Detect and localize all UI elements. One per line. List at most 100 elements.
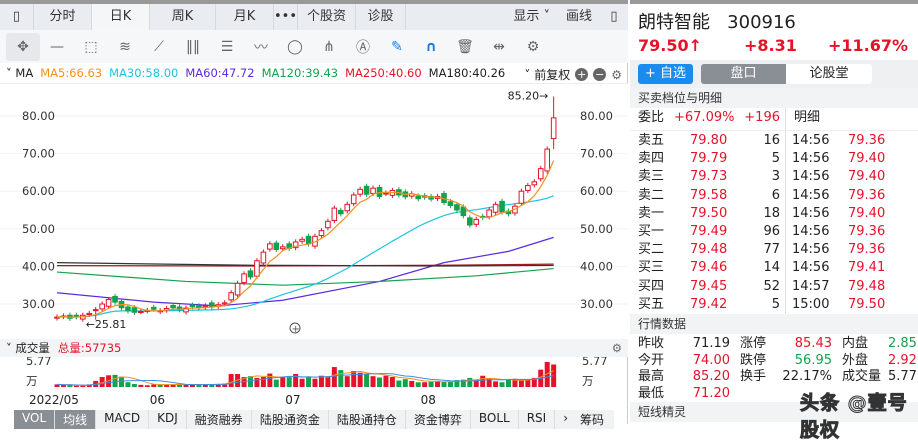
level-price: 79.79 xyxy=(690,151,728,167)
period-lines-icon[interactable]: ‖‖ xyxy=(176,33,210,61)
split-icon[interactable]: ⇹ xyxy=(482,33,516,61)
fan-tool-icon[interactable]: ≋ xyxy=(108,33,142,61)
indicator-tab[interactable]: 陆股通持仓 xyxy=(328,410,406,429)
tick-price: 79.41 xyxy=(848,260,886,276)
top-border xyxy=(630,0,918,4)
weibi-pct: +67.09% xyxy=(674,110,735,125)
tab-diagnosis[interactable]: 诊股 xyxy=(356,4,406,30)
tab-monthly-k[interactable]: 月K xyxy=(216,4,274,30)
tick-price: 79.36 xyxy=(848,224,886,239)
quote-panel: 朗特智能 300916 79.50↑ +8.31 +11.67% + 自选 盘口… xyxy=(630,0,918,424)
tick-time: 14:56 xyxy=(792,242,830,258)
market-value: 85.43 xyxy=(794,336,832,351)
volume-toggle[interactable]: ˅ 成交量 xyxy=(6,340,50,356)
ma-toggle[interactable]: ˅ MA xyxy=(6,66,33,80)
market-row: 最低 71.20 xyxy=(630,385,918,403)
adjust-dropdown[interactable]: ˅ 前复权 xyxy=(524,66,570,83)
tab-order-book[interactable]: 盘口 xyxy=(701,64,786,84)
draw-line-button[interactable]: 画线 xyxy=(558,4,600,30)
tick-time: 14:56 xyxy=(792,187,830,203)
wave-tool-icon[interactable]: 〰 xyxy=(244,33,278,61)
indicator-tab[interactable]: 融资融券 xyxy=(186,410,252,429)
candle xyxy=(241,273,247,284)
volume-bar xyxy=(228,374,234,387)
indicator-tab[interactable]: BOLL xyxy=(470,410,519,429)
tab-weekly-k[interactable]: 周K xyxy=(150,4,216,30)
indicator-tab[interactable]: KDJ xyxy=(149,410,187,429)
candle xyxy=(537,168,544,180)
level-label: 买三 xyxy=(638,260,665,276)
tab-forum[interactable]: 论股堂 xyxy=(786,64,872,84)
circle-tool-icon[interactable]: ◯ xyxy=(278,33,312,61)
level-label: 买四 xyxy=(638,278,665,294)
price-change: +8.31 xyxy=(744,36,797,55)
volume-bar xyxy=(525,379,531,387)
market-label: 外盘 xyxy=(842,352,869,368)
level-volume: 6 xyxy=(771,187,780,203)
chip-distribution-button[interactable]: 筹码 xyxy=(570,410,615,429)
volume-header: ˅ 成交量 总量:57735 ⚙ xyxy=(0,339,628,357)
level-label: 买五 xyxy=(638,296,665,312)
volume-chart[interactable]: 5.77 5.77 万 万 2022/05 06 07 08 xyxy=(0,357,628,409)
add-indicator-icon[interactable]: + xyxy=(575,68,589,81)
magnet-icon[interactable]: ∩ xyxy=(414,33,448,61)
volume-bar xyxy=(377,377,382,387)
sidebar-toggle-right[interactable]: ▯ xyxy=(600,4,628,30)
tick-price: 79.40 xyxy=(848,151,886,167)
tab-stock-profile[interactable]: 个股资料 xyxy=(298,4,356,50)
volume-bar xyxy=(467,377,473,387)
indicator-tab[interactable]: 均线 xyxy=(55,410,97,429)
tab-more[interactable]: ••• xyxy=(274,4,298,30)
candle xyxy=(473,218,480,225)
remove-indicator-icon[interactable]: − xyxy=(593,68,607,81)
tick-time: 14:56 xyxy=(792,205,830,221)
tab-intraday[interactable]: 分时 xyxy=(34,4,92,30)
tab-daily-k[interactable]: 日K xyxy=(92,4,150,30)
line-tool-icon[interactable]: — xyxy=(40,33,74,61)
volume-bar xyxy=(499,382,505,387)
y-tick-label: 80.00 xyxy=(22,109,55,123)
y-tick-label: 40.00 xyxy=(22,259,55,273)
indicator-settings-icon[interactable]: ⚙ xyxy=(611,68,622,82)
candle xyxy=(550,117,557,140)
volume-settings-icon[interactable]: ⚙ xyxy=(612,341,622,355)
pitchfork-icon[interactable]: ⋔ xyxy=(312,33,346,61)
ma-value: MA250:40.60 xyxy=(345,66,422,80)
fibonacci-icon[interactable]: ☰ xyxy=(210,33,244,61)
market-label: 内盘 xyxy=(842,336,869,351)
indicator-tab[interactable]: 陆股通资金 xyxy=(251,410,329,429)
settings-gear-icon[interactable]: ⚙ xyxy=(516,33,550,61)
candle xyxy=(331,207,338,222)
market-label: 换手 xyxy=(740,369,767,384)
indicator-tab[interactable]: VOL xyxy=(14,410,56,429)
volume-bar xyxy=(73,385,79,387)
y-tick-label: 80.00 xyxy=(580,109,613,123)
candle xyxy=(370,187,376,194)
display-dropdown[interactable]: 显示 ˅ xyxy=(505,4,558,30)
market-row: 最高 85.20 换手 22.17% 成交量 5.77 xyxy=(630,368,918,386)
volume-bar xyxy=(389,377,395,387)
volume-bar xyxy=(80,385,86,387)
market-label: 今开 xyxy=(638,352,665,368)
level-price: 79.50 xyxy=(690,205,728,221)
chart-panel: ▯ 分时 日K 周K 月K ••• 个股资料 诊股 显示 ˅ 画线 ▯ ✥ — … xyxy=(0,0,628,429)
rectangle-tool-icon[interactable]: ⬚ xyxy=(74,33,108,61)
ma-label: MA xyxy=(15,66,34,80)
drawing-toolbar: ✥ — ⬚ ≋ ⟋ ‖‖ ☰ 〰 ◯ ⋔ Ⓐ ✎ ∩ 🗑 ⇹ ⚙ xyxy=(0,30,628,63)
text-tool-icon[interactable]: Ⓐ xyxy=(346,33,380,61)
pen-icon[interactable]: ✎ xyxy=(380,33,414,61)
sidebar-toggle-left[interactable]: ▯ xyxy=(0,4,34,30)
candle xyxy=(234,282,241,296)
candlestick-chart[interactable]: 30.00 30.00 40.00 40.00 50.00 50.00 60.00 60.00… xyxy=(0,84,628,339)
ma-legend: ˅ MA MA5:66.63 MA30:58.00 MA60:47.72 MA120:… xyxy=(0,63,628,84)
indicator-tab[interactable]: RSI xyxy=(518,410,556,429)
segment-tool-icon[interactable]: ⟋ xyxy=(142,33,176,61)
level-label: 卖三 xyxy=(638,169,665,185)
detail-label: 明细 xyxy=(794,110,821,125)
crosshair-move-icon[interactable]: ✥ xyxy=(6,32,40,61)
trash-icon[interactable]: 🗑 xyxy=(448,33,482,61)
volume-bar xyxy=(119,376,124,387)
add-watchlist-button[interactable]: + 自选 xyxy=(638,64,693,84)
indicator-tab[interactable]: 资金博弈 xyxy=(405,410,471,429)
indicator-tab[interactable]: MACD xyxy=(96,410,150,429)
